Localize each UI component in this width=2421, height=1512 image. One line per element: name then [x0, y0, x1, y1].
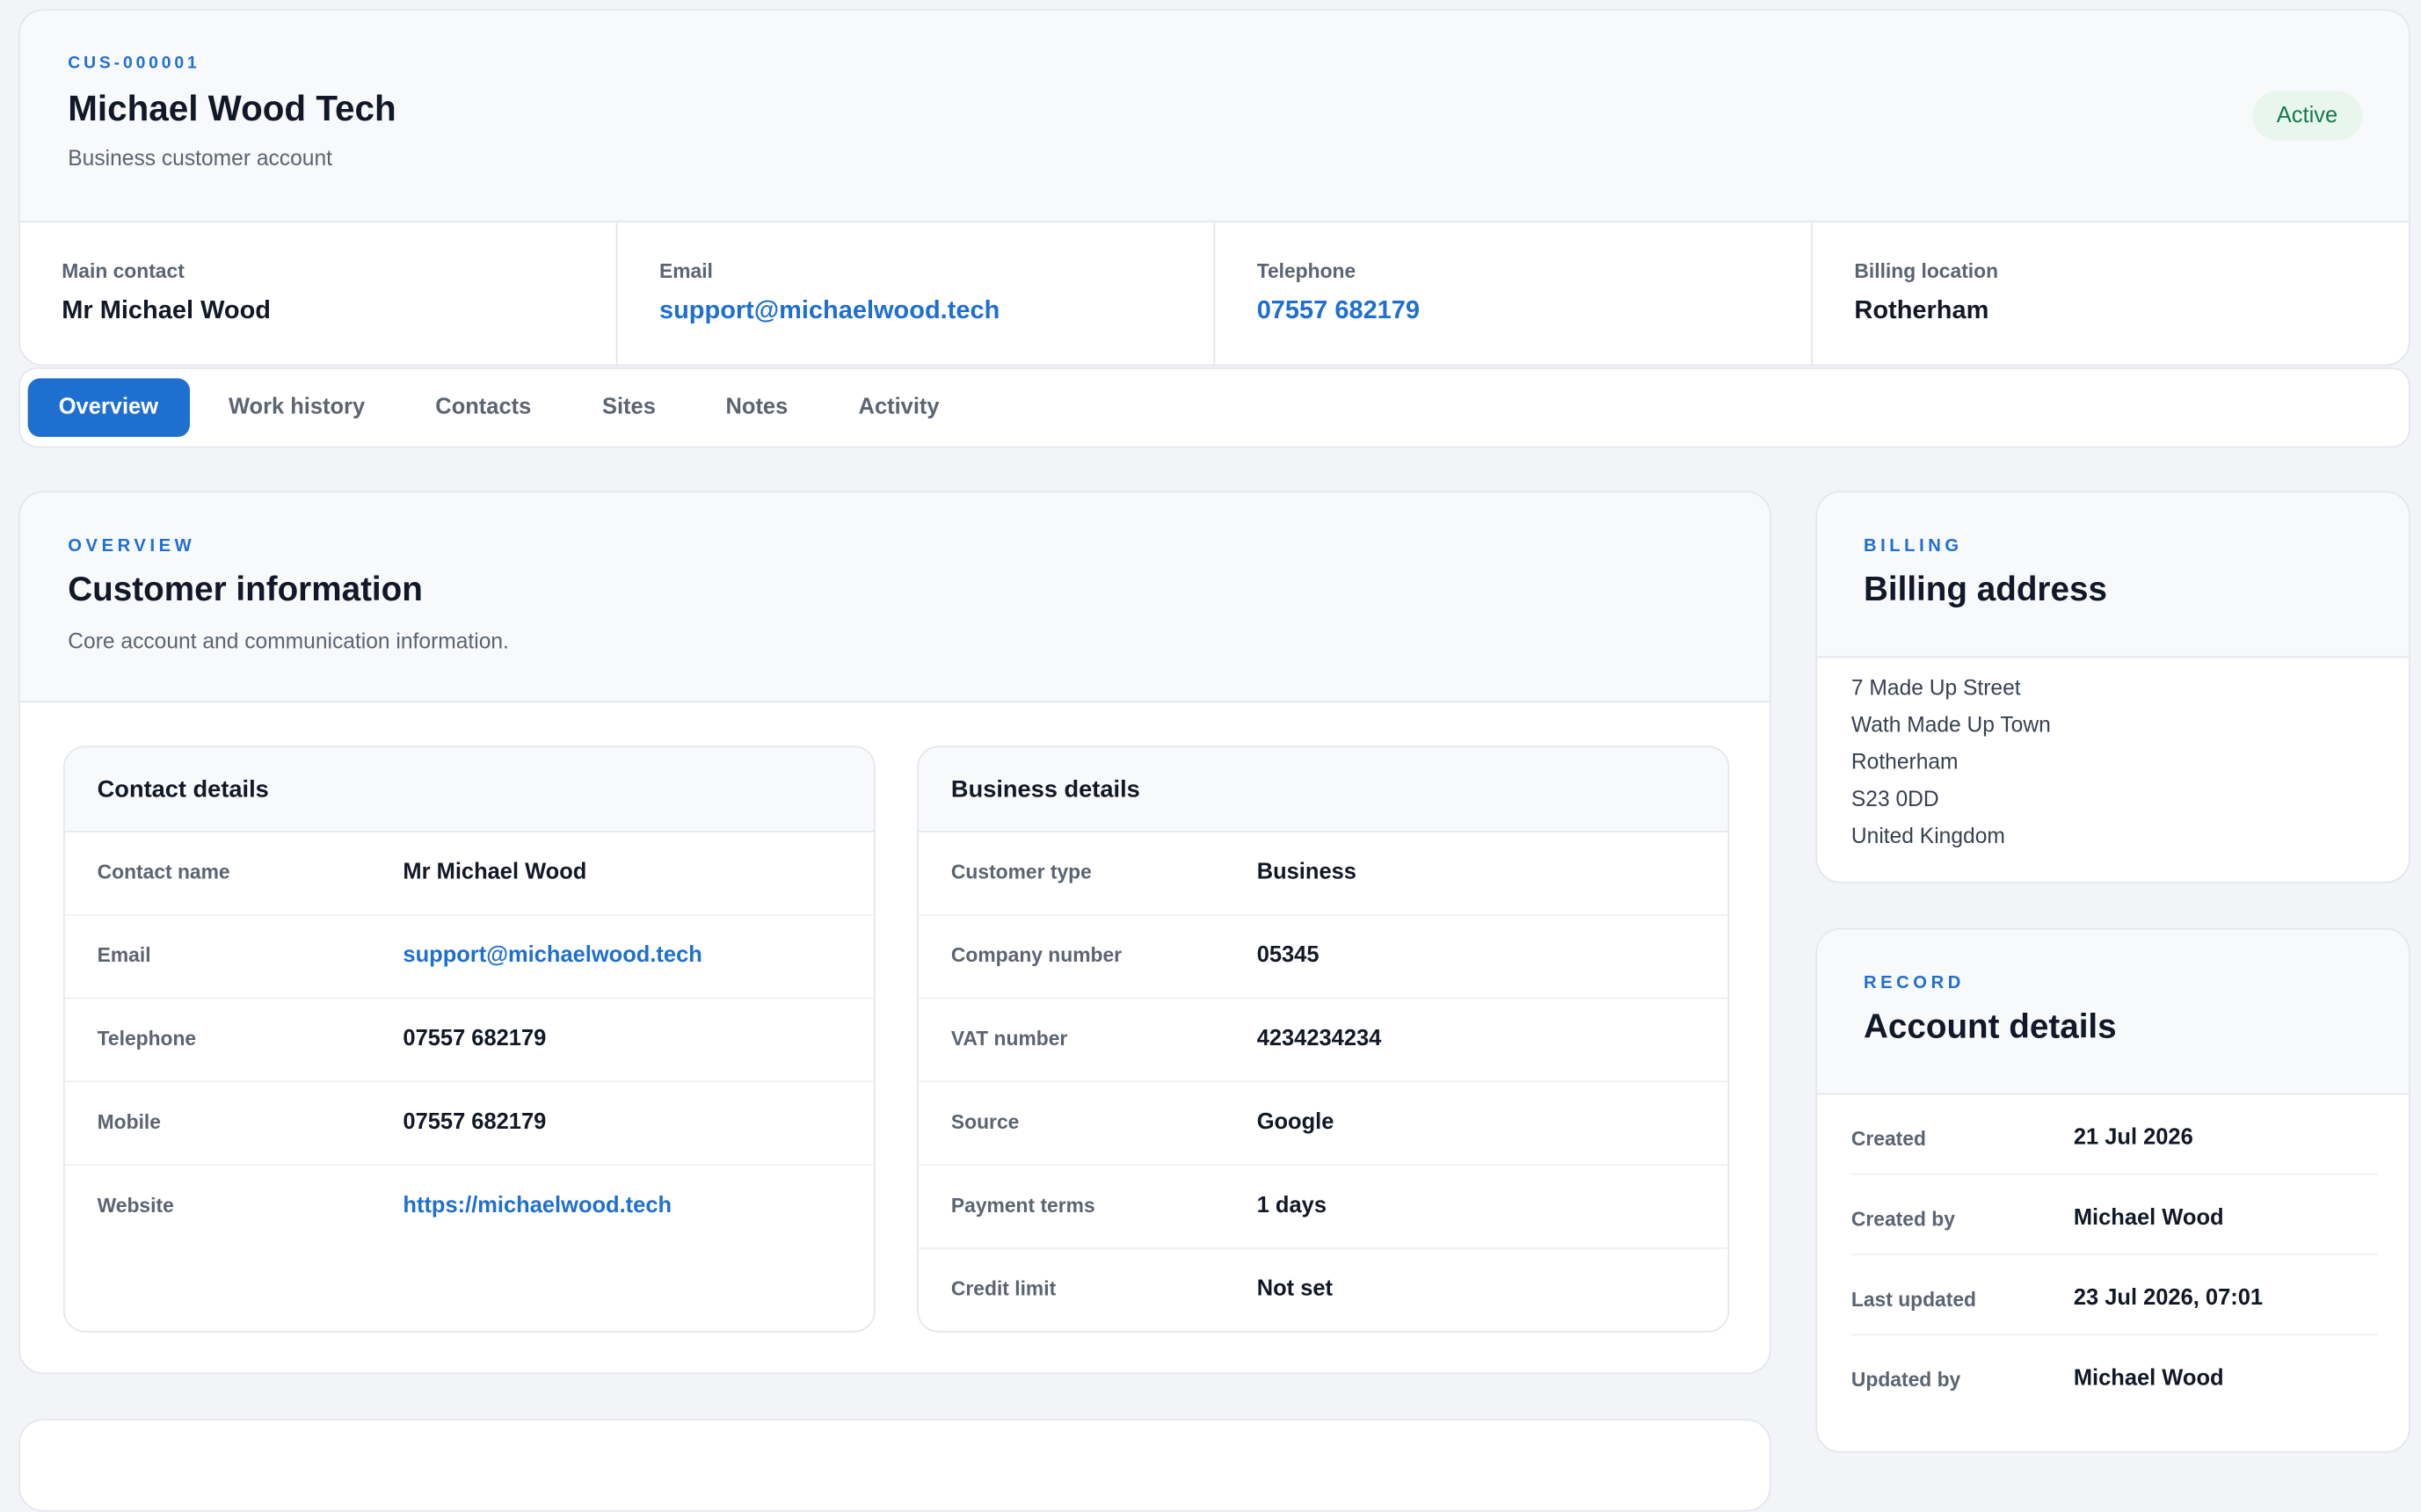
address-line: Rotherham — [1850, 748, 1959, 774]
row-label: Contact name — [97, 860, 230, 883]
summary-main-contact: Main contact Mr Michael Wood — [20, 222, 618, 365]
billing-address-lines: 7 Made Up Street Wath Made Up Town Rothe… — [1851, 669, 2051, 854]
row-label: Created by — [1850, 1207, 1955, 1231]
record-row: Last updated 23 Jul 2026, 07:01 — [1850, 1255, 2378, 1336]
business-row: Source Google — [919, 1082, 1728, 1167]
row-label: Last updated — [1850, 1287, 1977, 1312]
row-value: 1 days — [1256, 1193, 1327, 1218]
section-title: Customer information — [68, 570, 423, 609]
row-label: Credit limit — [950, 1276, 1057, 1300]
customer-header: CUS-000001 Michael Wood Tech Business cu… — [18, 9, 2410, 367]
summary-billing-location: Billing location Rotherham — [1813, 222, 2409, 365]
section-subtitle: Core account and communication informati… — [68, 628, 509, 653]
record-row: Created by Michael Wood — [1850, 1175, 2378, 1255]
summary-value: Mr Michael Wood — [62, 296, 272, 324]
status-badge: Active — [2251, 91, 2363, 141]
address-line: 7 Made Up Street — [1850, 674, 2021, 700]
business-row: VAT number 4234234234 — [919, 999, 1728, 1083]
summary-email: Email support@michaelwood.tech — [618, 222, 1216, 365]
row-label: Payment terms — [950, 1193, 1095, 1218]
customer-subtitle: Business customer account — [68, 145, 332, 171]
contact-row: Telephone 07557 682179 — [64, 999, 875, 1083]
customer-page: CUS-000001 Michael Wood Tech Business cu… — [0, 0, 2421, 1512]
row-label: Mobile — [97, 1109, 161, 1134]
tab-activity[interactable]: Activity — [859, 378, 940, 437]
header-summary: CUS-000001 Michael Wood Tech Business cu… — [19, 11, 2409, 222]
row-value: 07557 682179 — [403, 1109, 547, 1135]
business-row: Payment terms 1 days — [919, 1166, 1728, 1249]
business-row: Customer type Business — [919, 832, 1728, 916]
website-link[interactable]: https://michaelwood.tech — [403, 1194, 672, 1218]
row-value: 05345 — [1256, 943, 1320, 969]
record-header: RECORD Account details — [1817, 929, 2409, 1095]
row-label: Created — [1850, 1127, 1926, 1151]
row-label: Customer type — [950, 860, 1092, 883]
contact-email-link[interactable]: support@michaelwood.tech — [403, 943, 702, 968]
summary-label: Main contact — [62, 259, 185, 283]
account-details-card: RECORD Account details Created 21 Jul 20… — [1815, 927, 2410, 1453]
section-title: Account details — [1863, 1007, 2117, 1046]
section-eyebrow: BILLING — [1863, 537, 1963, 556]
summary-label: Telephone — [1256, 259, 1356, 283]
contact-row: Contact name Mr Michael Wood — [64, 832, 875, 916]
row-value: 23 Jul 2026, 07:01 — [2073, 1286, 2264, 1312]
row-value: Mr Michael Wood — [403, 860, 587, 885]
customer-name: Michael Wood Tech — [68, 88, 396, 128]
section-eyebrow: RECORD — [1863, 974, 1965, 993]
address-line: Wath Made Up Town — [1850, 711, 2051, 737]
row-value: Google — [1256, 1109, 1334, 1135]
summary-email-link[interactable]: support@michaelwood.tech — [659, 296, 1000, 325]
customer-information-header: OVERVIEW Customer information Core accou… — [19, 492, 1770, 703]
row-value: 4234234234 — [1256, 1026, 1382, 1052]
address-line: S23 0DD — [1850, 785, 1939, 811]
row-label: Website — [97, 1193, 174, 1218]
section-eyebrow: OVERVIEW — [68, 537, 196, 556]
row-value: Not set — [1256, 1276, 1334, 1302]
billing-address-card: BILLING Billing address 7 Made Up Street… — [1815, 491, 2410, 883]
record-rows: Created 21 Jul 2026 Created by Michael W… — [1850, 1094, 2378, 1415]
row-label: Company number — [950, 943, 1123, 967]
contact-row: Mobile 07557 682179 — [64, 1082, 875, 1167]
summary-telephone: Telephone 07557 682179 — [1215, 222, 1813, 365]
row-label: VAT number — [950, 1026, 1068, 1050]
contact-details-card: Contact details Contact name Mr Michael … — [63, 745, 876, 1333]
row-label: Source — [950, 1109, 1020, 1134]
section-title: Billing address — [1863, 570, 2107, 609]
contact-row: Email support@michaelwood.tech — [64, 916, 875, 1000]
billing-header: BILLING Billing address — [1817, 492, 2409, 658]
record-row: Created 21 Jul 2026 — [1850, 1094, 2378, 1175]
row-value: Michael Wood — [2073, 1366, 2224, 1392]
contact-row: Website https://michaelwood.tech — [65, 1166, 874, 1249]
business-row: Company number 05345 — [919, 916, 1728, 1000]
summary-label: Billing location — [1854, 259, 1999, 283]
tab-sites[interactable]: Sites — [602, 378, 656, 437]
customer-id: CUS-000001 — [68, 54, 200, 73]
row-label: Telephone — [97, 1026, 197, 1050]
row-label: Updated by — [1850, 1368, 1961, 1392]
business-row: Credit limit Not set — [919, 1249, 1727, 1331]
address-line: United Kingdom — [1850, 823, 2005, 848]
row-value: Business — [1256, 860, 1356, 885]
row-value: 07557 682179 — [403, 1026, 547, 1052]
tab-notes[interactable]: Notes — [725, 378, 788, 437]
summary-value: Rotherham — [1854, 296, 1989, 324]
business-details-title: Business details — [919, 747, 1728, 832]
tab-bar: Overview Work history Contacts Sites Not… — [18, 367, 2410, 448]
next-section-card — [18, 1419, 1771, 1512]
business-details-card: Business details Customer type Business … — [917, 745, 1730, 1333]
row-label: Email — [97, 943, 151, 967]
row-value: Michael Wood — [2073, 1205, 2224, 1231]
record-row: Updated by Michael Wood — [1851, 1335, 2378, 1415]
customer-information-card: OVERVIEW Customer information Core accou… — [18, 491, 1771, 1375]
row-value: 21 Jul 2026 — [2073, 1125, 2193, 1151]
summary-label: Email — [658, 259, 713, 283]
tab-work-history[interactable]: Work history — [229, 378, 365, 437]
tab-overview[interactable]: Overview — [27, 378, 190, 438]
tab-contacts[interactable]: Contacts — [435, 378, 531, 437]
contact-details-title: Contact details — [64, 747, 875, 832]
summary-telephone-link[interactable]: 07557 682179 — [1257, 296, 1420, 325]
contact-summary-strip: Main contact Mr Michael Wood Email suppo… — [20, 222, 2409, 365]
